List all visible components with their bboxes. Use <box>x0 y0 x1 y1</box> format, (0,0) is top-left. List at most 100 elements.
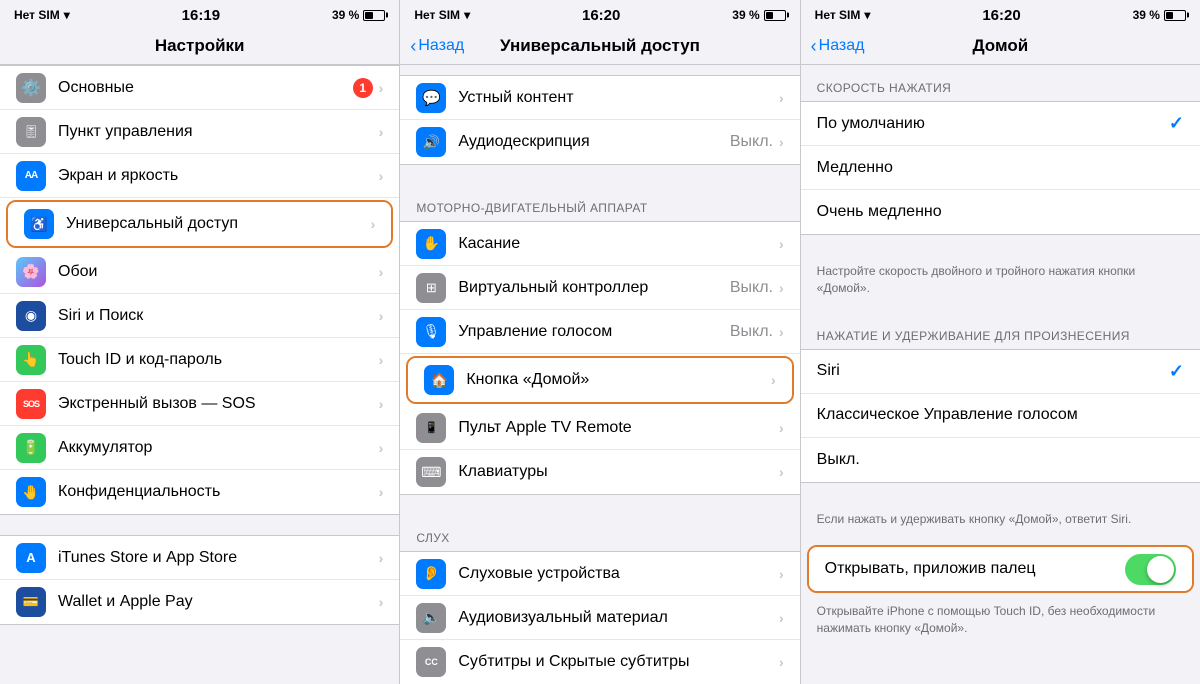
back-chevron-2: ‹ <box>410 36 416 57</box>
label-speed-slow: Медленно <box>817 159 1184 177</box>
page-title-3: Домой <box>972 36 1028 56</box>
nav-bar-2: ‹ Назад Универсальный доступ <box>400 28 799 65</box>
row-accessibility[interactable]: ♿ Универсальный доступ › <box>8 202 391 246</box>
wifi-icon-3: ▾ <box>864 8 870 22</box>
icon-hearing: 👂 <box>416 559 446 589</box>
icon-touch: ✋ <box>416 229 446 259</box>
toggle-finger[interactable] <box>1125 554 1176 585</box>
icon-siri: ◉ <box>16 301 46 331</box>
nav-bar-3: ‹ Назад Домой <box>801 28 1200 65</box>
row-spoken[interactable]: 💬 Устный контент › <box>400 76 799 120</box>
chevron-itunes: › <box>379 550 384 566</box>
check-speed-default: ✓ <box>1169 113 1184 134</box>
settings-list-2: 💬 Устный контент › 🔊 Аудиодескрипция Вык… <box>400 65 799 684</box>
row-siri[interactable]: ◉ Siri и Поиск › <box>0 294 399 338</box>
row-speed-very-slow[interactable]: Очень медленно <box>801 190 1200 234</box>
label-itunes: iTunes Store и App Store <box>58 549 379 567</box>
page-title-1: Настройки <box>155 36 245 56</box>
icon-display: AA <box>16 161 46 191</box>
battery-percent-3: 39 % <box>1133 8 1160 22</box>
label-display: Экран и яркость <box>58 167 379 185</box>
status-left-3: Нет SIM ▾ <box>815 8 871 22</box>
status-left-2: Нет SIM ▾ <box>414 8 470 22</box>
row-switch[interactable]: ⊞ Виртуальный контроллер Выкл. › <box>400 266 799 310</box>
label-subtitles: Субтитры и Скрытые субтитры <box>458 653 779 671</box>
badge-general: 1 <box>353 78 373 98</box>
panel-home-button: Нет SIM ▾ 16:20 39 % ‹ Назад Домой СКОРО… <box>801 0 1200 684</box>
row-wallet[interactable]: 💳 Wallet и Apple Pay › <box>0 580 399 624</box>
back-button-2[interactable]: ‹ Назад <box>410 36 464 57</box>
row-privacy[interactable]: 🤚 Конфиденциальность › <box>0 470 399 514</box>
panel-accessibility: Нет SIM ▾ 16:20 39 % ‹ Назад Универсальн… <box>400 0 800 684</box>
label-audiodesc: Аудиодескрипция <box>458 133 730 151</box>
label-switch: Виртуальный контроллер <box>458 279 730 297</box>
icon-keyboards: ⌨ <box>416 457 446 487</box>
label-speed-default: По умолчанию <box>817 115 1169 133</box>
nav-bar-1: Настройки <box>0 28 399 65</box>
footer-toggle: Открывайте iPhone с помощью Touch ID, бе… <box>801 595 1200 653</box>
row-speed-slow[interactable]: Медленно <box>801 146 1200 190</box>
row-home-button[interactable]: 🏠 Кнопка «Домой» › <box>408 358 791 402</box>
row-audiodesc[interactable]: 🔊 Аудиодескрипция Выкл. › <box>400 120 799 164</box>
label-toggle-finger: Открывать, приложив палец <box>825 560 1125 578</box>
row-keyboards[interactable]: ⌨ Клавиатуры › <box>400 450 799 494</box>
chevron-subtitles: › <box>779 654 784 670</box>
chevron-touchid: › <box>379 352 384 368</box>
row-touchid[interactable]: 👆 Touch ID и код-пароль › <box>0 338 399 382</box>
icon-battery: 🔋 <box>16 433 46 463</box>
row-control-center[interactable]: 🎚 Пункт управления › <box>0 110 399 154</box>
status-left-1: Нет SIM ▾ <box>14 8 70 22</box>
time-1: 16:19 <box>182 7 220 24</box>
label-wallet: Wallet и Apple Pay <box>58 593 379 611</box>
row-wallpaper[interactable]: 🌸 Обои › <box>0 250 399 294</box>
chevron-wallet: › <box>379 594 384 610</box>
row-touch[interactable]: ✋ Касание › <box>400 222 799 266</box>
selected-home-wrapper: 🏠 Кнопка «Домой» › <box>406 356 793 404</box>
chevron-av: › <box>779 610 784 626</box>
battery-percent-1: 39 % <box>332 8 359 22</box>
chevron-voice: › <box>779 324 784 340</box>
row-sos[interactable]: SOS Экстренный вызов — SOS › <box>0 382 399 426</box>
icon-home-button: 🏠 <box>424 365 454 395</box>
icon-privacy: 🤚 <box>16 477 46 507</box>
row-apple-tv[interactable]: 📱 Пульт Apple TV Remote › <box>400 406 799 450</box>
row-av[interactable]: 🔈 Аудиовизуальный материал › <box>400 596 799 640</box>
label-av: Аудиовизуальный материал <box>458 609 779 627</box>
settings-list-1: ⚙️ Основные 1 › 🎚 Пункт управления › AA … <box>0 65 399 684</box>
row-press-voice[interactable]: Классическое Управление голосом <box>801 394 1200 438</box>
row-subtitles[interactable]: CC Субтитры и Скрытые субтитры › <box>400 640 799 684</box>
carrier-1: Нет SIM <box>14 8 60 22</box>
row-battery[interactable]: 🔋 Аккумулятор › <box>0 426 399 470</box>
label-apple-tv: Пульт Apple TV Remote <box>458 419 779 437</box>
label-press-off: Выкл. <box>817 451 1184 469</box>
chevron-battery: › <box>379 440 384 456</box>
battery-icon-2 <box>764 10 786 21</box>
page-title-2: Универсальный доступ <box>500 36 700 56</box>
chevron-display: › <box>379 168 384 184</box>
row-voice[interactable]: 🎙 Управление голосом Выкл. › <box>400 310 799 354</box>
battery-icon-1 <box>363 10 385 21</box>
section-header-motor: МОТОРНО-ДВИГАТЕЛЬНЫЙ АППАРАТ <box>400 185 799 221</box>
row-itunes[interactable]: A iTunes Store и App Store › <box>0 536 399 580</box>
row-press-siri[interactable]: Siri ✓ <box>801 350 1200 394</box>
chevron-hearing: › <box>779 566 784 582</box>
icon-wallpaper: 🌸 <box>16 257 46 287</box>
battery-percent-2: 39 % <box>732 8 759 22</box>
label-keyboards: Клавиатуры <box>458 463 779 481</box>
row-hearing[interactable]: 👂 Слуховые устройства › <box>400 552 799 596</box>
footer-press: Если нажать и удерживать кнопку «Домой»,… <box>801 503 1200 544</box>
status-right-1: 39 % <box>332 8 385 22</box>
chevron-touch: › <box>779 236 784 252</box>
row-toggle-finger[interactable]: Открывать, приложив палец <box>809 547 1192 591</box>
back-button-3[interactable]: ‹ Назад <box>811 36 865 57</box>
chevron-privacy: › <box>379 484 384 500</box>
settings-group-main: ⚙️ Основные 1 › 🎚 Пункт управления › AA … <box>0 65 399 515</box>
chevron-accessibility: › <box>371 216 376 232</box>
row-speed-default[interactable]: По умолчанию ✓ <box>801 102 1200 146</box>
settings-list-3: СКОРОСТЬ НАЖАТИЯ По умолчанию ✓ Медленно… <box>801 65 1200 684</box>
row-general[interactable]: ⚙️ Основные 1 › <box>0 66 399 110</box>
row-display[interactable]: AA Экран и яркость › <box>0 154 399 198</box>
label-battery: Аккумулятор <box>58 439 379 457</box>
row-press-off[interactable]: Выкл. <box>801 438 1200 482</box>
icon-general: ⚙️ <box>16 73 46 103</box>
